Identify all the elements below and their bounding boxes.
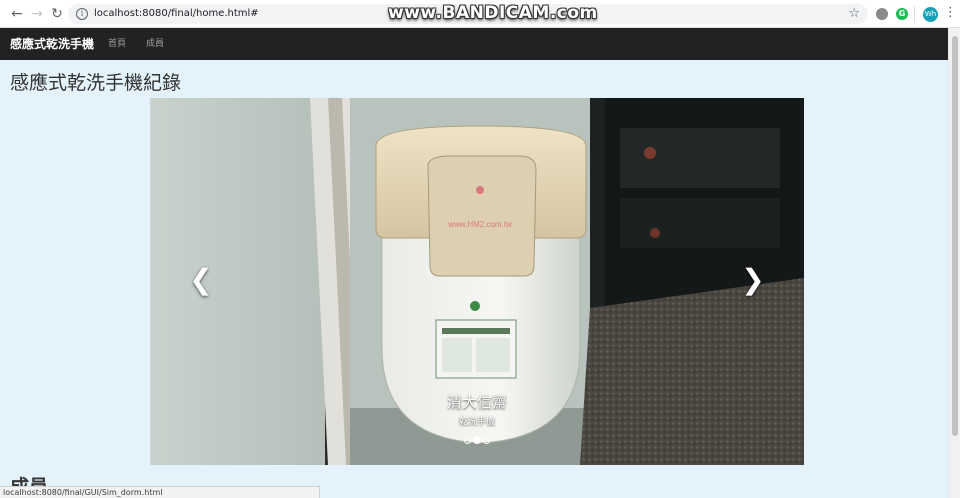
info-icon[interactable]: i bbox=[76, 8, 88, 20]
carousel-indicator-3[interactable] bbox=[483, 437, 490, 444]
toolbar-divider bbox=[914, 6, 915, 22]
recorder-watermark: www.BANDICAM.com bbox=[388, 3, 598, 23]
nav-link-home[interactable]: 首頁 bbox=[108, 28, 126, 60]
carousel-indicators bbox=[462, 436, 492, 446]
kebab-menu-icon[interactable]: ⋮ bbox=[944, 5, 957, 21]
carousel-caption-title: 清大信齋 bbox=[446, 393, 507, 411]
forward-icon[interactable]: → bbox=[28, 5, 46, 23]
bookmark-star-icon[interactable]: ☆ bbox=[848, 6, 860, 22]
profile-avatar[interactable]: Wh bbox=[923, 7, 938, 22]
scrollbar-thumb[interactable] bbox=[952, 36, 958, 436]
top-navbar: 感應式乾洗手機 首頁 成員 bbox=[0, 28, 948, 60]
image-carousel[interactable]: www.HM2.com.tw ❮ ❯ 清大信齋 乾洗手機 bbox=[150, 98, 804, 465]
carousel-prev-chevron-left-icon[interactable]: ❮ bbox=[186, 263, 216, 297]
carousel-indicator-1[interactable] bbox=[464, 437, 471, 444]
extension-icon[interactable] bbox=[876, 8, 888, 20]
device-brand-label: www.HM2.com.tw bbox=[447, 220, 512, 229]
reload-icon[interactable]: ↻ bbox=[48, 5, 66, 23]
grammarly-extension-icon[interactable]: G bbox=[896, 8, 908, 20]
navbar-brand[interactable]: 感應式乾洗手機 bbox=[10, 28, 94, 60]
page-viewport: 感應式乾洗手機 首頁 成員 感應式乾洗手機紀錄 www.HM2.com.tw ❮… bbox=[0, 28, 948, 498]
carousel-next-chevron-right-icon[interactable]: ❯ bbox=[738, 263, 768, 297]
page-title: 感應式乾洗手機紀錄 bbox=[10, 72, 182, 94]
link-status-bubble: localhost:8080/final/GUI/Sim_dorm.html bbox=[0, 486, 320, 498]
vertical-scrollbar[interactable] bbox=[948, 28, 960, 498]
back-icon[interactable]: ← bbox=[8, 5, 26, 23]
carousel-indicator-2[interactable] bbox=[473, 436, 481, 444]
url-text[interactable]: localhost:8080/final/home.html# bbox=[94, 7, 259, 21]
browser-toolbar: ← → ↻ i localhost:8080/final/home.html# … bbox=[0, 0, 960, 28]
nav-link-members[interactable]: 成員 bbox=[146, 28, 164, 60]
carousel-caption-subtitle: 乾洗手機 bbox=[458, 417, 495, 427]
